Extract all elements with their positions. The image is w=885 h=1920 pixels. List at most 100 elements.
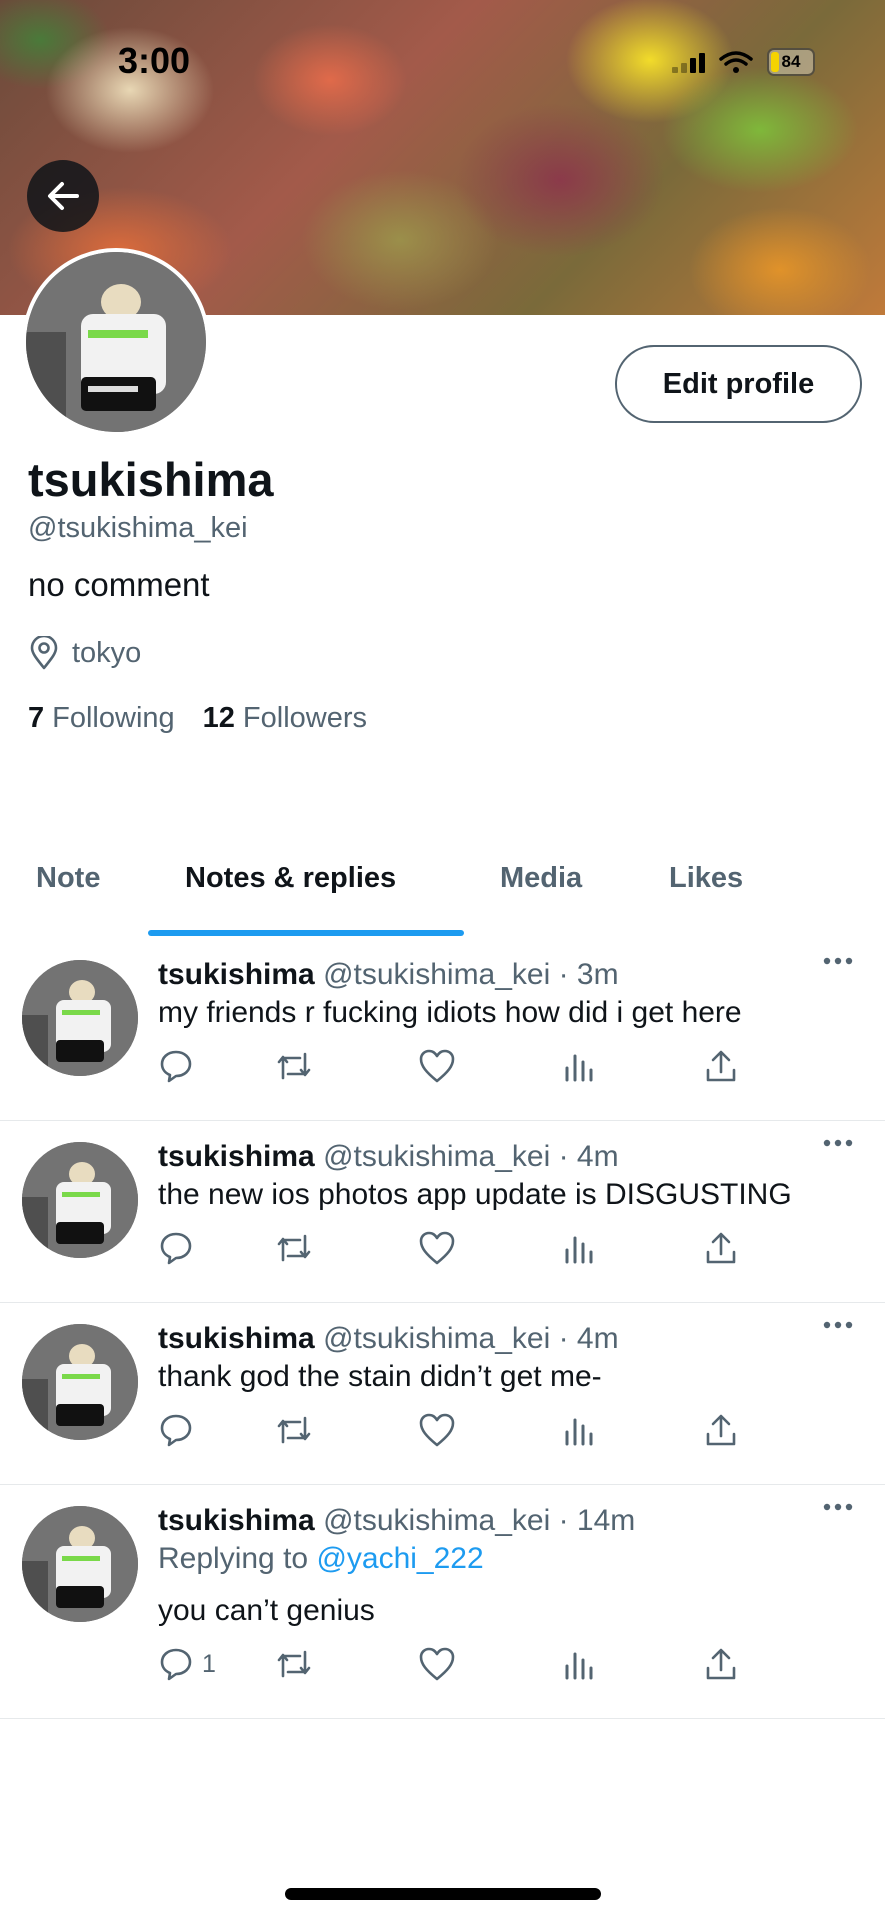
heart-icon <box>419 1049 455 1083</box>
reply-button[interactable] <box>158 1230 202 1266</box>
tweet-avatar[interactable] <box>22 1324 138 1440</box>
back-button[interactable] <box>27 160 99 232</box>
profile-tabs: Note Notes & replies Media Likes <box>0 850 885 938</box>
heart-icon <box>419 1647 455 1681</box>
wifi-icon <box>719 51 753 73</box>
heart-icon <box>419 1231 455 1265</box>
reply-button[interactable] <box>158 1412 202 1448</box>
share-button[interactable] <box>704 1048 738 1084</box>
retweet-button[interactable] <box>274 1646 314 1682</box>
tab-likes[interactable]: Likes <box>669 862 743 895</box>
tweet-header: tsukishima @tsukishima_kei · 14m <box>158 1504 635 1538</box>
tweet-header: tsukishima @tsukishima_kei · 4m <box>158 1322 619 1356</box>
tweet-avatar[interactable] <box>22 1506 138 1622</box>
share-button[interactable] <box>704 1646 738 1682</box>
profile-bio: no comment <box>28 566 210 603</box>
replying-to-handle[interactable]: @yachi_222 <box>316 1542 483 1575</box>
more-dots-icon <box>823 957 853 965</box>
tweet-text: my friends r fucking idiots how did i ge… <box>158 996 742 1029</box>
reply-button[interactable]: 1 <box>158 1646 216 1682</box>
tab-notes-replies[interactable]: Notes & replies <box>185 862 396 895</box>
replying-to: Replying to @yachi_222 <box>158 1542 484 1576</box>
like-button[interactable] <box>418 1048 456 1084</box>
tweet[interactable]: tsukishima @tsukishima_kei · 4m the new … <box>0 1120 885 1303</box>
tweet[interactable]: tsukishima @tsukishima_kei · 14m Replyin… <box>0 1484 885 1719</box>
more-dots-icon <box>823 1503 853 1511</box>
tweet-header: tsukishima @tsukishima_kei · 4m <box>158 1140 619 1174</box>
following-link[interactable]: 7 Following <box>28 702 175 735</box>
reply-icon <box>160 1648 192 1681</box>
retweet-button[interactable] <box>274 1230 314 1266</box>
tab-note[interactable]: Note <box>36 862 100 895</box>
share-icon <box>706 1648 736 1680</box>
tweet[interactable]: tsukishima @tsukishima_kei · 3m my frien… <box>0 938 885 1121</box>
more-options-button[interactable] <box>823 956 853 966</box>
views-chart-icon <box>565 1054 593 1082</box>
reply-icon <box>160 1414 192 1447</box>
views-chart-icon <box>565 1418 593 1446</box>
arrow-left-icon <box>48 182 79 210</box>
more-options-button[interactable] <box>823 1320 853 1330</box>
tweet-avatar[interactable] <box>22 1142 138 1258</box>
like-button[interactable] <box>418 1230 456 1266</box>
replying-prefix: Replying to <box>158 1542 309 1575</box>
home-indicator[interactable] <box>285 1888 601 1900</box>
followers-link[interactable]: 12 Followers <box>203 702 367 735</box>
tweet-author-name[interactable]: tsukishima <box>158 958 315 991</box>
tweet-author-name[interactable]: tsukishima <box>158 1140 315 1173</box>
tweet-meta: @tsukishima_kei · 3m <box>323 958 619 991</box>
tweet-author-name[interactable]: tsukishima <box>158 1322 315 1355</box>
active-tab-indicator <box>148 930 464 936</box>
followers-count: 12 <box>202 702 235 734</box>
reply-icon <box>160 1050 192 1083</box>
share-button[interactable] <box>704 1230 738 1266</box>
tweet-avatar[interactable] <box>22 960 138 1076</box>
location-pin-icon <box>30 636 58 670</box>
tweet-meta: @tsukishima_kei · 14m <box>323 1504 636 1537</box>
views-button[interactable] <box>562 1048 596 1084</box>
tweet-meta: @tsukishima_kei · 4m <box>323 1322 619 1355</box>
share-icon <box>706 1232 736 1264</box>
like-button[interactable] <box>418 1646 456 1682</box>
views-button[interactable] <box>562 1646 596 1682</box>
retweet-button[interactable] <box>274 1048 314 1084</box>
tab-media[interactable]: Media <box>500 862 582 895</box>
more-options-button[interactable] <box>823 1138 853 1148</box>
retweet-icon <box>277 1052 311 1080</box>
views-button[interactable] <box>562 1230 596 1266</box>
tweet-meta: @tsukishima_kei · 4m <box>323 1140 619 1173</box>
tweet[interactable]: tsukishima @tsukishima_kei · 4m thank go… <box>0 1302 885 1485</box>
tweet-author-name[interactable]: tsukishima <box>158 1504 315 1537</box>
more-dots-icon <box>823 1139 853 1147</box>
share-icon <box>706 1050 736 1082</box>
share-icon <box>706 1414 736 1446</box>
following-label: Following <box>52 702 175 734</box>
retweet-icon <box>277 1234 311 1262</box>
status-time: 3:00 <box>118 40 191 81</box>
views-button[interactable] <box>562 1412 596 1448</box>
like-button[interactable] <box>418 1412 456 1448</box>
battery-level: 84 <box>781 52 801 71</box>
reply-count: 1 <box>202 1649 216 1678</box>
edit-profile-button[interactable]: Edit profile <box>615 345 862 423</box>
profile-handle: @tsukishima_kei <box>28 512 248 544</box>
profile-location: tokyo <box>28 636 141 670</box>
reply-icon <box>160 1232 192 1265</box>
profile-avatar[interactable] <box>22 248 210 436</box>
share-button[interactable] <box>704 1412 738 1448</box>
signal-icon <box>672 51 705 73</box>
tweet-text: the new ios photos app update is DISGUST… <box>158 1178 792 1211</box>
retweet-icon <box>277 1416 311 1444</box>
more-options-button[interactable] <box>823 1502 853 1512</box>
views-chart-icon <box>565 1236 593 1264</box>
tweet-actions <box>158 1048 798 1088</box>
views-chart-icon <box>565 1652 593 1680</box>
follow-stats: 7 Following 12 Followers <box>28 702 367 735</box>
following-count: 7 <box>28 702 45 734</box>
more-dots-icon <box>823 1321 853 1329</box>
reply-button[interactable] <box>158 1048 202 1084</box>
retweet-icon <box>277 1650 311 1678</box>
retweet-button[interactable] <box>274 1412 314 1448</box>
display-name: tsukishima <box>28 453 274 506</box>
tweet-text: you can’t genius <box>158 1594 375 1627</box>
